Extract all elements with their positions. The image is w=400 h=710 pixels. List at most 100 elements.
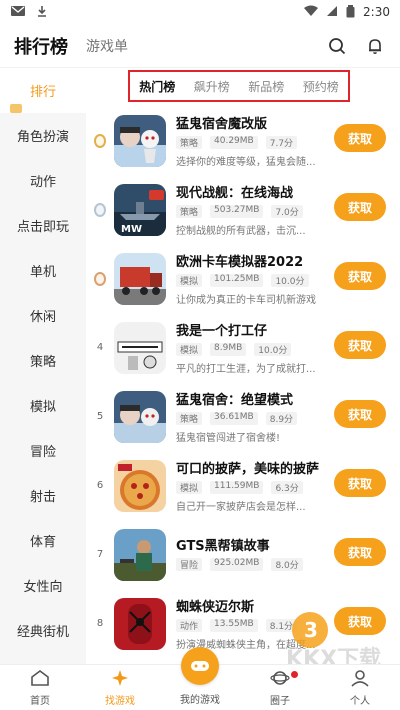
list-item[interactable]: 6 可口的披萨，美味的披萨 模拟 111.59MB 6.3分 自己开一家披萨店会… (86, 451, 400, 520)
list-item[interactable]: 4 我是一个打工仔 模拟 8.9MB 10.0分 平凡的打工生涯，为了成就打..… (86, 313, 400, 382)
app-size: 101.25MB (210, 274, 264, 287)
list-item[interactable]: 猛鬼宿舍魔改版 策略 40.29MB 7.7分 选择你的难度等级，猛鬼会随...… (86, 106, 400, 175)
sidebar-item-single-player[interactable]: 单机 (0, 248, 86, 293)
tab-game-list[interactable]: 游戏单 (86, 36, 128, 56)
get-button[interactable]: 获取 (334, 538, 386, 566)
nav-my-games[interactable]: 我的游戏 (160, 646, 240, 710)
person-icon (350, 669, 370, 690)
sidebar-item-arcade[interactable]: 经典街机 (0, 608, 86, 653)
app-icon: MW (114, 183, 166, 236)
search-icon[interactable] (326, 35, 348, 57)
wifi-icon (304, 5, 319, 19)
sidebar-item-label: 冒险 (29, 445, 56, 460)
svg-text:3: 3 (304, 618, 318, 642)
app-score: 8.9分 (265, 412, 298, 425)
app-icon (114, 390, 166, 443)
sidebar-item-sports[interactable]: 体育 (0, 518, 86, 563)
rank-medal-bronze (86, 271, 114, 286)
sidebar-item-simulation[interactable]: 模拟 (0, 383, 86, 428)
sidebar-item-label: 策略 (29, 355, 56, 370)
app-score: 6.3分 (271, 481, 303, 494)
battery-icon (346, 4, 355, 20)
sidebar-item-instant-play[interactable]: 点击即玩 (0, 203, 86, 248)
app-category: 冒险 (176, 557, 203, 571)
app-category: 模拟 (176, 274, 203, 287)
app-desc: 自己开一家披萨店会是怎样... (176, 502, 306, 513)
sidebar-item-ranking[interactable]: 排行 (0, 68, 86, 113)
get-button[interactable]: 获取 (334, 262, 386, 290)
get-button[interactable]: 获取 (334, 469, 386, 497)
tab-rising[interactable]: 飙升榜 (194, 78, 230, 95)
rank-number: 4 (96, 342, 104, 353)
get-button[interactable]: 获取 (334, 331, 386, 359)
nav-profile[interactable]: 个人 (320, 665, 400, 710)
app-score: 10.0分 (254, 343, 292, 356)
nav-label: 我的游戏 (180, 695, 220, 706)
sidebar-item-label: 经典街机 (16, 625, 69, 640)
planet-icon (270, 669, 290, 690)
app-name: GTS黑帮镇故事 (176, 538, 270, 554)
nav-home[interactable]: 首页 (0, 665, 80, 710)
list-item[interactable]: MW 现代战舰：在线海战 策略 503.27MB 7.0分 控制战舰的所有武器，… (86, 175, 400, 244)
get-button[interactable]: 获取 (334, 124, 386, 152)
sidebar-item-strategy[interactable]: 策略 (0, 338, 86, 383)
nav-circle[interactable]: 圈子 (240, 665, 320, 710)
app-category: 策略 (176, 205, 203, 218)
nav-label: 首页 (30, 695, 50, 707)
sidebar-item-label: 动作 (29, 175, 56, 190)
tab-new[interactable]: 新品榜 (248, 78, 284, 95)
app-score: 8.0分 (271, 557, 303, 571)
top-header: 排行榜 游戏单 (0, 24, 400, 68)
nav-label: 找游戏 (105, 695, 135, 707)
get-button[interactable]: 获取 (334, 193, 386, 221)
app-category: 策略 (176, 412, 203, 425)
game-icon (110, 669, 130, 690)
list-item[interactable]: 欧洲卡车模拟器2022 模拟 101.25MB 10.0分 让你成为真正的卡车司… (86, 244, 400, 313)
app-name: 猛鬼宿舍魔改版 (176, 117, 268, 132)
sidebar-item-female[interactable]: 女性向 (0, 563, 86, 608)
app-name: 欧洲卡车模拟器2022 (176, 255, 304, 270)
app-desc: 让你成为真正的卡车司机新游戏 (176, 295, 316, 306)
sticker-icon (10, 104, 22, 113)
app-size: 925.02MB (210, 557, 264, 571)
sidebar-item-rpg[interactable]: 角色扮演 (0, 113, 86, 158)
nav-find-games[interactable]: 找游戏 (80, 665, 160, 710)
sidebar-item-shooter[interactable]: 射击 (0, 473, 86, 518)
app-icon (114, 459, 166, 512)
app-name: 猛鬼宿舍：绝望模式 (176, 393, 294, 408)
app-size: 36.61MB (210, 412, 258, 425)
app-icon (114, 321, 166, 374)
app-icon (114, 252, 166, 305)
tab-hot[interactable]: 热门榜 (139, 78, 175, 95)
nav-label: 个人 (350, 695, 370, 707)
sidebar-item-adventure[interactable]: 冒险 (0, 428, 86, 473)
sidebar-item-label: 点击即玩 (16, 220, 69, 235)
app-meta: 模拟 8.9MB 10.0分 (176, 343, 328, 356)
list-item[interactable]: 7 GTS黑帮镇故事 冒险 925.02MB 8.0分 获取 (86, 520, 400, 589)
sidebar-item-label: 女性向 (23, 580, 63, 595)
app-desc: 控制战舰的所有武器，击沉... (176, 226, 306, 237)
get-button[interactable]: 获取 (334, 400, 386, 428)
app-score: 7.0分 (271, 205, 303, 218)
app-name: 可口的披萨，美味的披萨 (176, 462, 320, 477)
sidebar-item-action[interactable]: 动作 (0, 158, 86, 203)
list-item[interactable]: 5 猛鬼宿舍：绝望模式 策略 36.61MB 8.9分 猛鬼宿管闯进了宿舍楼! … (86, 382, 400, 451)
gold-medal-icon (94, 133, 106, 148)
app-icon (114, 597, 166, 650)
app-size: 503.27MB (210, 205, 264, 218)
signal-icon (326, 5, 338, 19)
app-meta: 策略 36.61MB 8.9分 (176, 412, 328, 425)
bell-icon[interactable] (364, 35, 386, 57)
sidebar-item-label: 角色扮演 (16, 130, 69, 145)
rank-medal-silver (86, 202, 114, 217)
app-meta: 模拟 101.25MB 10.0分 (176, 274, 328, 287)
app-category: 模拟 (176, 343, 203, 356)
app-desc: 选择你的难度等级，猛鬼会随... (176, 157, 316, 168)
app-size: 8.9MB (210, 343, 247, 356)
app-score: 7.7分 (265, 136, 298, 149)
rank-tabs: 热门榜 飙升榜 新品榜 预约榜 (128, 70, 350, 102)
sidebar-item-casual[interactable]: 休闲 (0, 293, 86, 338)
tab-preorder[interactable]: 预约榜 (303, 78, 339, 95)
app-size: 40.29MB (210, 136, 258, 149)
app-name: 我是一个打工仔 (176, 324, 268, 339)
